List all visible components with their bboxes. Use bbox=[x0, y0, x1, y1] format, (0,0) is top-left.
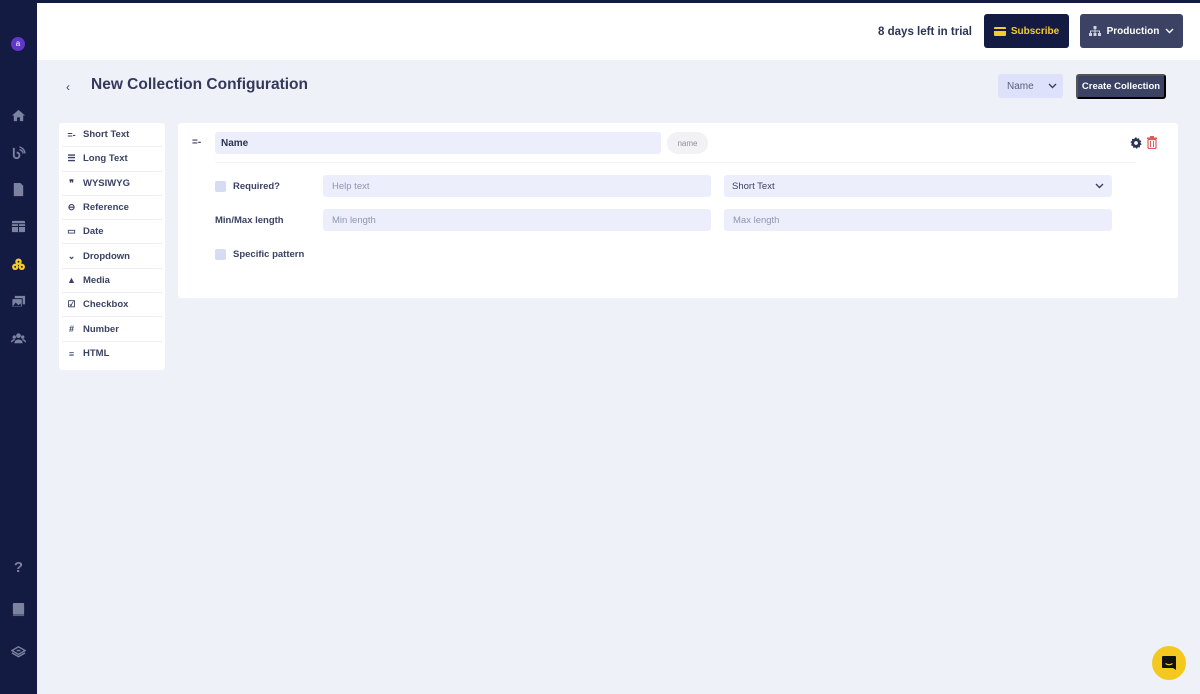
display-field-value: Name bbox=[1007, 80, 1034, 92]
chevron-down-icon bbox=[1095, 183, 1104, 189]
field-type-checkbox[interactable]: ☑ Checkbox bbox=[62, 293, 162, 318]
field-type-label: Reference bbox=[83, 202, 129, 214]
field-type-label: Checkbox bbox=[83, 299, 129, 311]
field-type-label: Dropdown bbox=[83, 250, 130, 262]
page-title: New Collection Configuration bbox=[91, 76, 308, 93]
min-length-input[interactable] bbox=[323, 209, 711, 231]
gear-icon[interactable] bbox=[1130, 137, 1142, 149]
chat-widget-button[interactable] bbox=[1152, 646, 1186, 680]
field-type-label: Number bbox=[83, 323, 119, 335]
list-icon: ≡ bbox=[68, 348, 75, 359]
field-type-media[interactable]: ▲ Media bbox=[62, 269, 162, 294]
avatar[interactable]: a bbox=[11, 37, 25, 51]
field-config-card: =- name Required? Short Text Min/Max len… bbox=[178, 123, 1178, 298]
users-icon[interactable] bbox=[10, 330, 27, 347]
divider bbox=[215, 162, 1136, 163]
field-type-label: HTML bbox=[83, 348, 110, 360]
trial-status: 8 days left in trial bbox=[878, 26, 972, 38]
image-icon: ▲ bbox=[67, 275, 76, 286]
field-types-panel: =- Short Text ☰ Long Text ❞ WYSIWYG ⊖ Refere… bbox=[59, 123, 165, 370]
credit-card-icon bbox=[993, 26, 1006, 36]
field-type-long-text[interactable]: ☰ Long Text bbox=[62, 147, 162, 172]
hierarchy-icon bbox=[1088, 26, 1101, 36]
required-label: Required? bbox=[233, 181, 280, 192]
create-collection-button[interactable]: Create Collection bbox=[1076, 74, 1166, 99]
field-type-value: Short Text bbox=[732, 180, 775, 192]
field-type-short-text[interactable]: =- Short Text bbox=[62, 123, 162, 148]
collections-icon[interactable] bbox=[10, 256, 27, 273]
book-icon[interactable] bbox=[10, 601, 27, 618]
field-type-number[interactable]: # Number bbox=[62, 317, 162, 342]
back-button[interactable]: ‹ bbox=[66, 80, 70, 94]
drag-handle-icon[interactable]: =- bbox=[192, 137, 201, 148]
sidebar: a ? bbox=[0, 0, 37, 694]
checkbox-icon: ☑ bbox=[67, 299, 76, 310]
field-type-label: Long Text bbox=[83, 153, 128, 165]
field-type-reference[interactable]: ⊖ Reference bbox=[62, 196, 162, 221]
environment-dropdown[interactable]: Production bbox=[1080, 14, 1183, 48]
field-type-wysiwyg[interactable]: ❞ WYSIWYG bbox=[62, 172, 162, 196]
display-field-select[interactable]: Name bbox=[998, 74, 1063, 98]
media-icon[interactable] bbox=[10, 293, 27, 310]
field-name-input[interactable] bbox=[215, 132, 661, 154]
help-icon[interactable]: ? bbox=[10, 559, 27, 576]
api-signal-icon[interactable] bbox=[10, 144, 27, 161]
document-icon[interactable] bbox=[10, 181, 27, 198]
chevron-down-icon bbox=[1165, 28, 1174, 34]
chevron-down-icon: ⌄ bbox=[67, 250, 76, 261]
field-type-dropdown[interactable]: ⌄ Dropdown bbox=[62, 244, 162, 269]
quote-icon: ❞ bbox=[69, 177, 74, 188]
subscribe-button[interactable]: Subscribe bbox=[984, 14, 1069, 48]
field-type-label: WYSIWYG bbox=[83, 177, 130, 189]
help-text-input[interactable] bbox=[323, 175, 711, 197]
field-type-label: Short Text bbox=[83, 129, 130, 141]
minmax-label: Min/Max length bbox=[215, 215, 284, 226]
field-type-date[interactable]: ▭ Date bbox=[62, 220, 162, 245]
link-icon: ⊖ bbox=[67, 202, 76, 213]
specific-pattern-checkbox[interactable] bbox=[215, 249, 226, 260]
field-type-label: Date bbox=[83, 226, 104, 238]
field-type-label: Media bbox=[83, 274, 110, 286]
chat-icon bbox=[1162, 656, 1176, 670]
field-type-html[interactable]: ≡ HTML bbox=[62, 342, 162, 366]
long-text-icon: ☰ bbox=[67, 153, 76, 164]
field-slug-badge: name bbox=[667, 132, 708, 154]
specific-pattern-label: Specific pattern bbox=[233, 249, 305, 260]
max-length-input[interactable] bbox=[724, 209, 1112, 231]
hash-icon: # bbox=[68, 324, 74, 335]
subscribe-label: Subscribe bbox=[1010, 25, 1060, 37]
short-text-icon: =- bbox=[67, 129, 76, 140]
grid-icon[interactable] bbox=[10, 218, 27, 235]
calendar-icon: ▭ bbox=[67, 226, 76, 237]
layers-icon[interactable] bbox=[10, 643, 27, 660]
home-icon[interactable] bbox=[10, 107, 27, 124]
environment-label: Production bbox=[1106, 25, 1160, 37]
field-type-select[interactable]: Short Text bbox=[724, 175, 1112, 197]
trash-icon[interactable] bbox=[1146, 136, 1158, 149]
required-checkbox[interactable] bbox=[215, 181, 226, 192]
chevron-down-icon bbox=[1048, 83, 1057, 89]
